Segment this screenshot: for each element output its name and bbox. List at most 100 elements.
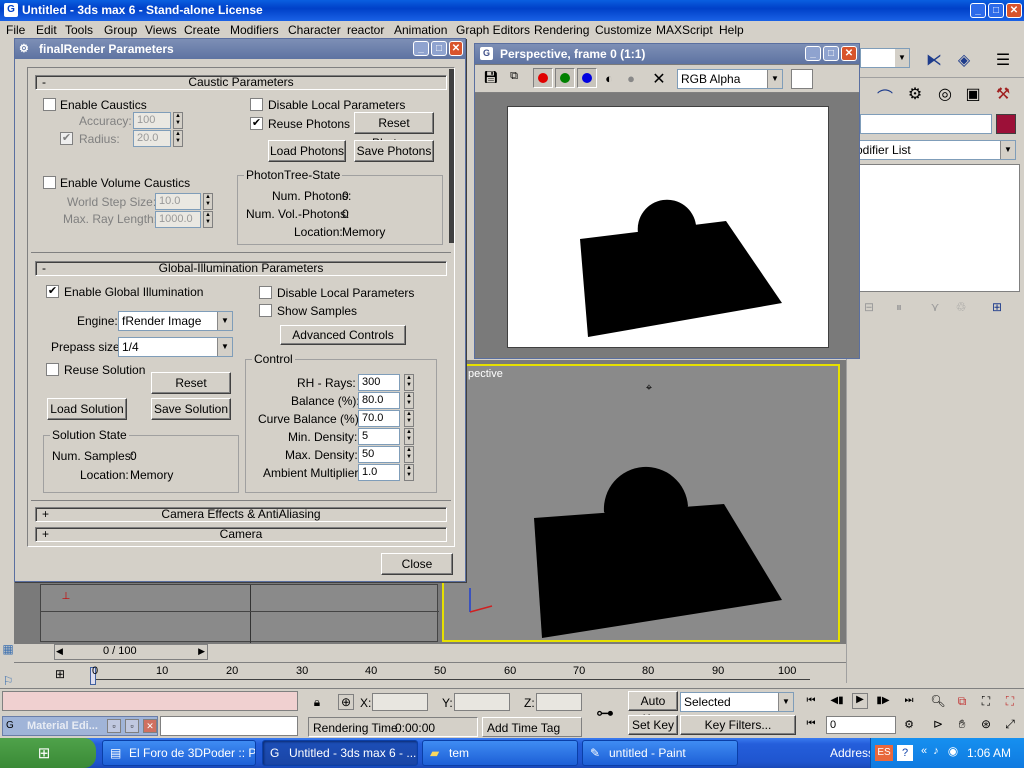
left-viewport[interactable]: ⊥ [40,584,439,643]
key-mode-toggle-icon[interactable]: ⏮ [804,718,818,729]
balance-spinner[interactable]: ▲ ▼ [404,392,414,409]
fov-icon[interactable]: ⊳ [930,717,946,731]
menu-create[interactable]: Create [184,23,220,37]
ambient-multiplier-field[interactable]: 1.0 [358,464,400,481]
world-step-field[interactable]: 10.0 [155,193,201,210]
clear-icon[interactable]: ✕ [651,69,667,89]
gi-rollout-header[interactable]: - Global-Illumination Parameters [35,261,447,276]
reuse-solution-checkbox[interactable] [46,363,59,376]
radius-field[interactable]: 20.0 [133,130,171,147]
max-ray-spinner[interactable]: ▲ ▼ [203,211,213,228]
set-key-button[interactable]: Set Key [628,715,678,735]
reset-solution-button[interactable]: Reset Solution [151,372,231,410]
prompt-field[interactable] [160,716,298,736]
menu-reactor[interactable]: reactor [347,23,384,37]
channel-combo[interactable]: RGB Alpha ▼ [677,69,783,89]
zoom-icon[interactable]: 🔍︎ [930,694,946,708]
zoom-all-icon[interactable]: ⧉ [954,694,970,709]
hierarchy-tab-icon[interactable]: ⚙ [904,84,926,106]
pin-stack-icon[interactable]: ⊟ [860,300,878,314]
tab-icon-1[interactable]: ▦ [2,642,14,656]
close-app-button[interactable]: ✕ [1006,3,1022,18]
close-button[interactable]: Close [381,553,453,575]
key-filters-button[interactable]: Key Filters... [680,715,796,735]
gi-disable-local-checkbox[interactable] [259,286,272,299]
red-channel-button[interactable] [533,68,553,88]
dialog-minimize-button[interactable]: _ [413,41,429,56]
modifier-list-combo[interactable]: odifier List ▼ [852,140,1016,160]
engine-combo[interactable]: fRender Image ▼ [118,311,233,331]
me-max-icon[interactable]: ▫ [125,719,139,733]
mirror-icon[interactable]: ⧔ [924,50,944,70]
rollout-scrollbar[interactable] [449,69,454,243]
time-slider[interactable]: ◀ 0 / 100 ▶ [54,644,208,660]
dialog-maximize-button[interactable]: □ [431,41,447,56]
accuracy-field[interactable]: 100 [133,112,171,129]
save-solution-button[interactable]: Save Solution [151,398,231,420]
motion-tab-icon[interactable]: ◎ [934,84,956,106]
menu-maxscript[interactable]: MAXScript [656,23,713,37]
load-solution-button[interactable]: Load Solution [47,398,127,420]
x-field[interactable] [372,693,428,711]
max-ray-field[interactable]: 1000.0 [155,211,201,228]
current-frame-field[interactable]: 0 [826,716,896,734]
zoom-extents-icon[interactable]: ⛶ [978,694,994,709]
min-density-spinner[interactable]: ▲ ▼ [404,428,414,445]
time-config-icon[interactable]: ⚙ [902,718,916,731]
modifier-stack[interactable] [856,164,1020,292]
menu-character[interactable]: Character [288,23,341,37]
min-density-field[interactable]: 5 [358,428,400,445]
curve-balance-field[interactable]: 70.0 [358,410,400,427]
advanced-controls-button[interactable]: Advanced Controls [280,325,406,345]
clone-window-icon[interactable]: ⧉ [505,70,523,86]
taskbar-item-foro[interactable]: ▤ El Foro de 3DPoder :: P... [102,740,256,766]
next-frame-icon[interactable]: ▮▶ [876,695,890,706]
network-tray-icon[interactable]: ◉ [945,744,961,758]
color-swatch[interactable] [791,69,813,89]
maximize-button[interactable]: □ [988,3,1004,18]
object-name-field[interactable] [860,114,992,134]
taskbar-item-tem[interactable]: ▰ tem [422,740,578,766]
auto-key-button[interactable]: Auto Key [628,691,678,726]
ambient-multiplier-spinner[interactable]: ▲ ▼ [404,464,414,481]
menu-rendering[interactable]: Rendering [534,23,589,37]
accuracy-spinner[interactable]: ▲ ▼ [173,112,183,129]
save-photons-button[interactable]: Save Photons [354,140,434,162]
enable-gi-checkbox[interactable]: ✔ [46,285,59,298]
key-mode-icon[interactable]: ⊶ [590,703,620,724]
me-close-icon[interactable]: ✕ [143,719,157,733]
time-slider-prev[interactable]: ◀ [56,646,63,657]
goto-end-icon[interactable]: ⏭ [902,695,916,706]
me-min-icon[interactable]: ▫ [107,719,121,733]
max-density-spinner[interactable]: ▲ ▼ [404,446,414,463]
show-end-result-icon[interactable]: ⏸ [890,300,908,315]
z-field[interactable] [536,693,582,711]
camera-effects-rollout-header[interactable]: + Camera Effects & AntiAliasing [35,507,447,522]
start-button[interactable]: ⊞ [0,738,96,768]
render-maximize-button[interactable]: □ [823,46,839,61]
display-tab-icon[interactable]: ▣ [962,84,984,106]
remove-modifier-icon[interactable]: ♲ [952,300,970,314]
prev-frame-icon[interactable]: ◀▮ [830,695,844,706]
menu-group[interactable]: Group [104,23,137,37]
trackbar[interactable]: ⊞ 0 10 20 30 40 50 60 70 80 90 100 [14,662,846,686]
taskbar-item-3dsmax[interactable]: G Untitled - 3ds max 6 - ... [262,740,418,766]
utilities-tab-icon[interactable]: ⚒ [992,84,1014,106]
alpha-channel-icon[interactable]: ● [623,71,639,86]
language-indicator[interactable]: ES [875,745,893,761]
menu-animation[interactable]: Animation [394,23,447,37]
help-tray-icon[interactable]: ? [897,745,913,761]
menu-tools[interactable]: Tools [65,23,93,37]
green-channel-button[interactable] [555,68,575,88]
radius-checkbox[interactable]: ✔ [60,132,73,145]
material-editor-taskbar[interactable]: G Material Edi... ▫ ▫ ✕ [2,716,158,736]
zoom-extents-all-icon[interactable]: ⛶ [1002,694,1018,709]
load-photons-button[interactable]: Load Photons [268,140,346,162]
enable-volume-caustics-checkbox[interactable] [43,176,56,189]
caustic-rollout-header[interactable]: - Caustic Parameters [35,75,447,90]
arc-rotate-icon[interactable]: ⊛ [978,717,994,731]
menu-file[interactable]: File [6,23,25,37]
toolbar-combo[interactable]: ▼ [860,48,910,68]
show-samples-checkbox[interactable] [259,304,272,317]
align-icon[interactable]: ◈ [954,50,974,70]
